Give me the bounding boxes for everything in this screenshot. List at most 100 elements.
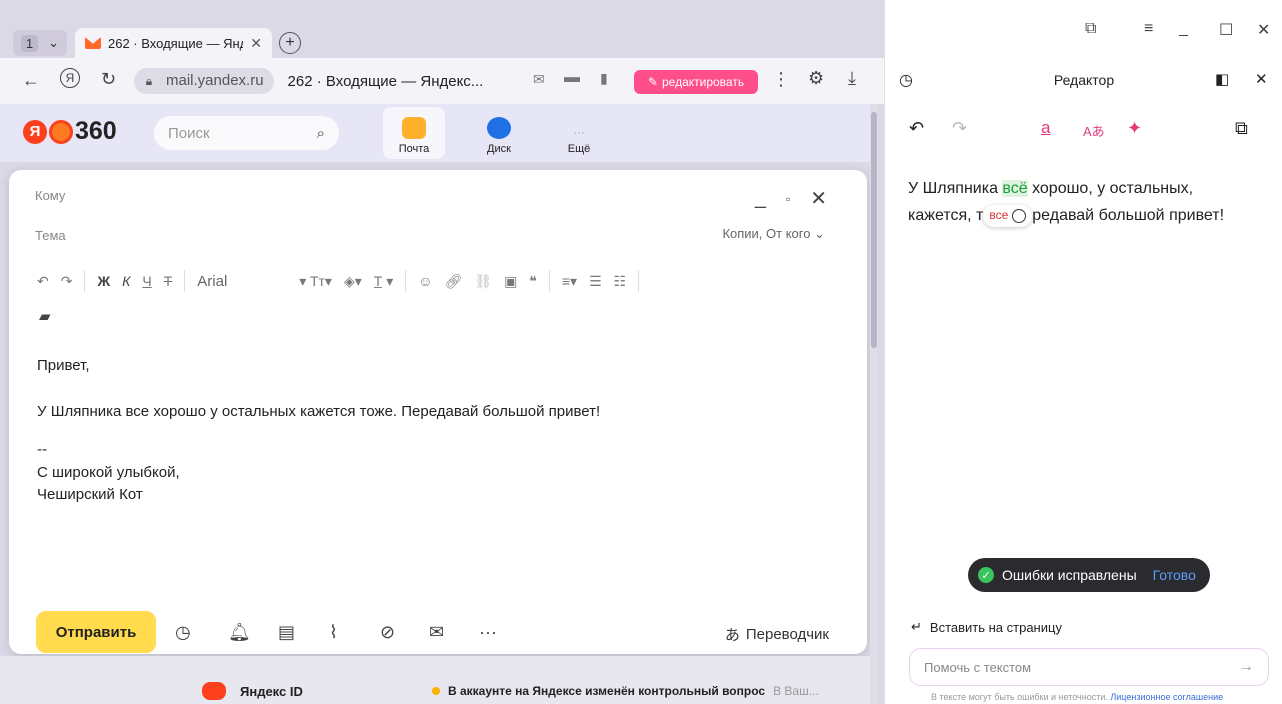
minimize-window-icon[interactable]: _: [1179, 20, 1188, 38]
menu-icon[interactable]: ≡: [1144, 20, 1153, 38]
translator-button[interactable]: あ Переводчик: [725, 624, 829, 645]
yandex-id-icon: [202, 682, 226, 700]
unlink-icon[interactable]: ⛓︎: [474, 273, 492, 290]
help-input[interactable]: Помочь с текстом →: [909, 648, 1269, 686]
envelope-icon[interactable]: ✉: [429, 622, 444, 643]
suggestion-pill[interactable]: все: [983, 204, 1033, 227]
link-icon[interactable]: 🔗︎: [445, 273, 463, 290]
unread-dot-icon[interactable]: [432, 687, 440, 695]
minimize-icon[interactable]: _: [755, 187, 766, 210]
align-icon[interactable]: ≡▾: [562, 273, 577, 290]
reminder-bell-icon[interactable]: 🔔︎: [228, 622, 251, 643]
quote-icon[interactable]: ❝: [529, 273, 537, 290]
arrow-right-icon[interactable]: →: [1238, 658, 1254, 676]
signature-dash[interactable]: --: [37, 441, 47, 458]
fill-color-icon[interactable]: ◈▾: [344, 273, 362, 290]
mail-envelope-icon[interactable]: ✉: [533, 71, 545, 88]
list-subject-text: В аккаунте на Яндексе изменён контрольны…: [448, 684, 766, 698]
edit-button[interactable]: ✎ редактировать: [634, 70, 758, 94]
service-more[interactable]: ··· Ещё: [548, 107, 610, 159]
translator-label: Переводчик: [745, 626, 829, 643]
strikethrough-button[interactable]: Т: [164, 273, 173, 289]
tab-group-button[interactable]: 1 ⌄: [13, 30, 67, 56]
divider: [405, 270, 407, 292]
magic-sparkle-icon[interactable]: ✦: [1127, 118, 1142, 139]
close-icon[interactable]: ✕: [810, 186, 827, 211]
360-ring-icon: [49, 119, 73, 144]
accept-icon[interactable]: [1012, 208, 1027, 223]
close-panel-icon[interactable]: ✕: [1255, 70, 1268, 88]
download-icon[interactable]: ⤓: [848, 68, 856, 89]
maximize-window-icon[interactable]: ☐: [1219, 20, 1233, 40]
schedule-icon[interactable]: ◷: [175, 622, 191, 643]
copies-from-label: Копии, От кого: [722, 226, 811, 241]
underline-button[interactable]: Ч: [142, 273, 151, 289]
license-link[interactable]: Лицензионное соглашение: [1110, 692, 1223, 702]
chevron-down-icon: ⌄: [48, 35, 60, 50]
eraser-icon[interactable]: ▰: [39, 307, 51, 325]
disclaimer-text: В тексте могут быть ошибки и неточности.: [931, 692, 1108, 702]
font-size-icon[interactable]: ▾ Tт▾: [299, 273, 332, 290]
close-icon[interactable]: ✕: [250, 35, 262, 52]
chat-icon[interactable]: ▬: [564, 69, 580, 87]
sidebar-toggle-icon[interactable]: ◧: [1215, 70, 1229, 88]
translate-icon: あ: [724, 627, 740, 644]
divider: [548, 270, 550, 292]
service-disk[interactable]: Диск: [468, 107, 530, 159]
body-main[interactable]: У Шляпника все хорошо у остальных кажетс…: [37, 403, 600, 420]
redo-icon[interactable]: ↷: [952, 118, 967, 139]
undo-icon[interactable]: ↶: [909, 118, 924, 139]
body-greeting[interactable]: Привет,: [37, 357, 90, 374]
new-tab-button[interactable]: +: [279, 32, 301, 54]
divider: [638, 270, 640, 292]
editor-text[interactable]: У Шляпника всё хорошо, у остальных, каже…: [908, 175, 1270, 229]
copies-from-link[interactable]: Копии, От кого ⌄: [722, 226, 825, 242]
tab-mail[interactable]: 262 · Входящие — Яндекс ✕: [75, 28, 272, 58]
subject-field[interactable]: Тема: [35, 228, 66, 243]
translate-text-icon[interactable]: Aあ: [1083, 121, 1105, 140]
close-window-icon[interactable]: ✕: [1257, 20, 1270, 40]
logo-text: 360: [75, 117, 117, 145]
bookmark-icon[interactable]: ▮: [600, 70, 608, 87]
search-input[interactable]: Поиск ⌕: [154, 116, 339, 150]
bold-button[interactable]: Ж: [97, 273, 110, 289]
font-select[interactable]: Arial: [197, 273, 287, 290]
expand-icon[interactable]: ▫: [786, 192, 790, 206]
extensions-icon[interactable]: ⚙: [808, 68, 824, 89]
numbered-list-icon[interactable]: ☷: [614, 273, 627, 290]
back-icon[interactable]: ←: [22, 70, 40, 91]
corrected-word[interactable]: всё: [1002, 180, 1028, 197]
spellcheck-icon[interactable]: a: [1041, 118, 1050, 138]
yandex-360-logo[interactable]: Я 360: [23, 117, 117, 146]
address-bar[interactable]: 🔒︎ mail.yandex.ru 262 · Входящие — Яндек…: [134, 66, 624, 96]
corrections-toast: ✓ Ошибки исправлены Готово: [968, 558, 1210, 592]
scrollbar[interactable]: [870, 104, 878, 704]
copy-icon[interactable]: ⧉: [1235, 118, 1248, 139]
service-mail[interactable]: Почта: [383, 107, 445, 159]
send-button[interactable]: Отправить: [36, 611, 156, 653]
pin-window-icon[interactable]: ⧉: [1085, 20, 1096, 38]
signature-line-1[interactable]: С широкой улыбкой,: [37, 464, 180, 481]
edit-button-label: редактировать: [661, 75, 745, 89]
template-icon[interactable]: ▤: [278, 622, 295, 643]
image-icon[interactable]: ▣: [504, 273, 517, 290]
more-icon[interactable]: ···: [479, 622, 497, 643]
redo-icon[interactable]: ↷: [61, 273, 73, 290]
undo-icon[interactable]: ↶: [37, 273, 49, 290]
list-subject: В аккаунте на Яндексе изменён контрольны…: [432, 684, 819, 698]
signature-line-2[interactable]: Чеширский Кот: [37, 486, 143, 503]
disk-attach-icon[interactable]: ⊘: [380, 622, 395, 643]
scrollbar-thumb[interactable]: [871, 112, 877, 348]
reload-icon[interactable]: ↻: [101, 69, 116, 90]
bullet-list-icon[interactable]: ☰: [589, 273, 602, 290]
emoji-icon[interactable]: ☺: [418, 273, 432, 289]
toast-done-button[interactable]: Готово: [1153, 567, 1196, 583]
attach-icon[interactable]: ⌇: [329, 622, 338, 643]
to-field[interactable]: Кому: [35, 188, 65, 203]
insert-to-page-button[interactable]: ↵ Вставить на страницу: [911, 619, 1062, 635]
more-vert-icon[interactable]: ⋮: [772, 69, 790, 90]
text-before: У Шляпника: [908, 180, 1003, 197]
italic-button[interactable]: К: [122, 273, 130, 289]
yandex-icon[interactable]: Я: [60, 68, 80, 88]
text-color-icon[interactable]: T̲ ▾: [374, 273, 393, 290]
